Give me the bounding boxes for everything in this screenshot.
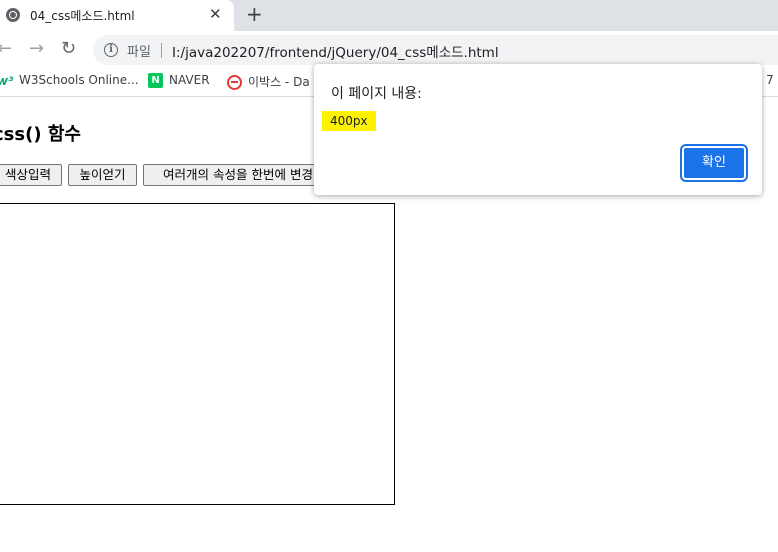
address-bar[interactable]: i 파일 I:/java202207/frontend/jQuery/04_cs… — [93, 35, 778, 65]
naver-icon: N — [148, 73, 163, 88]
ok-button[interactable]: 확인 — [680, 144, 748, 182]
scheme-label: 파일 — [127, 45, 151, 60]
info-icon[interactable]: i — [104, 43, 118, 57]
page-heading: css() 함수 — [0, 124, 81, 145]
bookmark-label: NAVER — [169, 73, 210, 87]
get-height-button[interactable]: 높이얻기 — [68, 164, 137, 186]
url-text[interactable]: I:/java202207/frontend/jQuery/04_css메소드.… — [172, 41, 499, 61]
bookmark-label: W3Schools Online... — [19, 73, 139, 87]
tab-title: 04_css메소드.html — [30, 9, 135, 23]
address-separator — [161, 43, 162, 58]
close-tab-icon[interactable]: ✕ — [209, 5, 222, 23]
dialog-title: 이 페이지 내용: — [331, 86, 422, 102]
bookmark-ebox[interactable]: 이박스 - Da — [227, 73, 310, 90]
globe-icon — [6, 8, 20, 22]
back-arrow-icon[interactable]: ← — [0, 39, 12, 59]
color-input-button[interactable]: 색상입력 — [0, 164, 62, 186]
target-box — [0, 203, 395, 505]
bookmark-label: 이박스 - Da — [248, 75, 310, 89]
bookmark-naver[interactable]: N NAVER — [148, 73, 210, 88]
bookmark-w3schools[interactable]: w³ W3Schools Online... — [0, 73, 139, 88]
change-multiple-properties-button[interactable]: 여러개의 속성을 한번에 변경 — [143, 164, 333, 186]
browser-tab[interactable]: 04_css메소드.html ✕ — [0, 0, 234, 31]
new-tab-icon[interactable]: + — [246, 3, 263, 25]
reload-icon[interactable]: ↻ — [61, 39, 76, 59]
dialog-message: 400px — [322, 111, 376, 131]
bookmarks-overflow[interactable]: 7 — [766, 73, 774, 87]
ebox-icon — [227, 75, 242, 90]
tab-strip: 04_css메소드.html ✕ + — [0, 0, 778, 31]
w3schools-icon: w³ — [0, 73, 14, 88]
alert-dialog: 이 페이지 내용: 400px 확인 — [314, 64, 762, 195]
forward-arrow-icon[interactable]: → — [29, 39, 44, 59]
